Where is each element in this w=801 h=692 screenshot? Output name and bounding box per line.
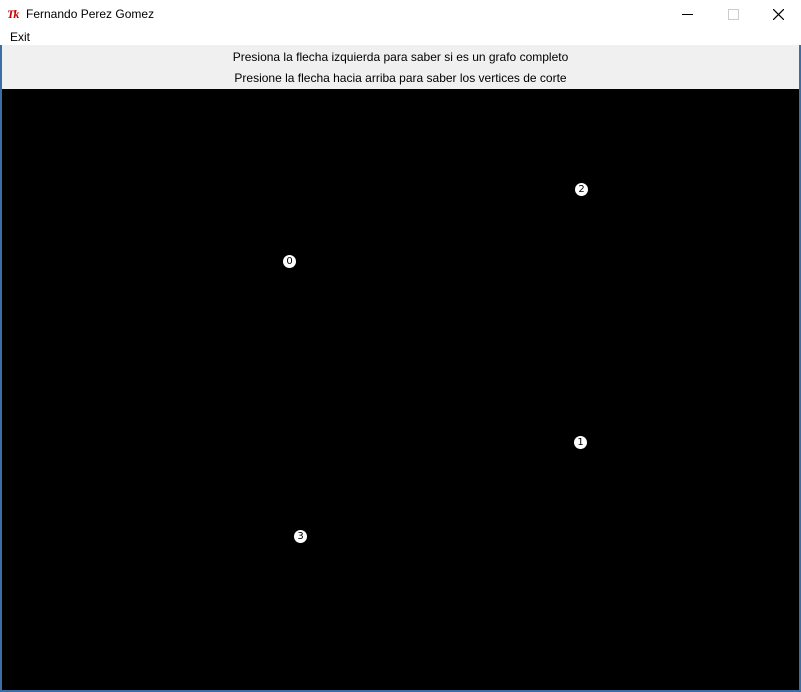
instruction-complete-graph: Presiona la flecha izquierda para saber … [232,50,569,64]
graph-node-0[interactable]: 0 [283,255,296,268]
maximize-button[interactable] [710,0,756,29]
menu-bar: Exit [0,29,801,45]
minimize-button[interactable] [664,0,710,29]
window-border-left [0,45,2,692]
instructions-panel: Presiona la flecha izquierda para saber … [2,45,799,89]
tk-app-icon: Tk [7,7,19,21]
maximize-icon [728,9,739,20]
graph-node-3[interactable]: 3 [294,530,307,543]
minimize-icon [682,14,693,15]
instruction-cut-vertices: Presione la flecha hacia arriba para sab… [234,71,567,85]
graph-canvas[interactable]: 0 1 2 3 [2,89,799,690]
graph-node-1[interactable]: 1 [574,436,587,449]
window-title: Fernando Perez Gomez [26,7,155,21]
title-bar[interactable]: Tk Fernando Perez Gomez [0,0,801,29]
graph-node-2[interactable]: 2 [575,183,588,196]
close-button[interactable] [755,0,801,29]
menu-exit[interactable]: Exit [9,30,31,44]
close-icon [773,9,784,20]
